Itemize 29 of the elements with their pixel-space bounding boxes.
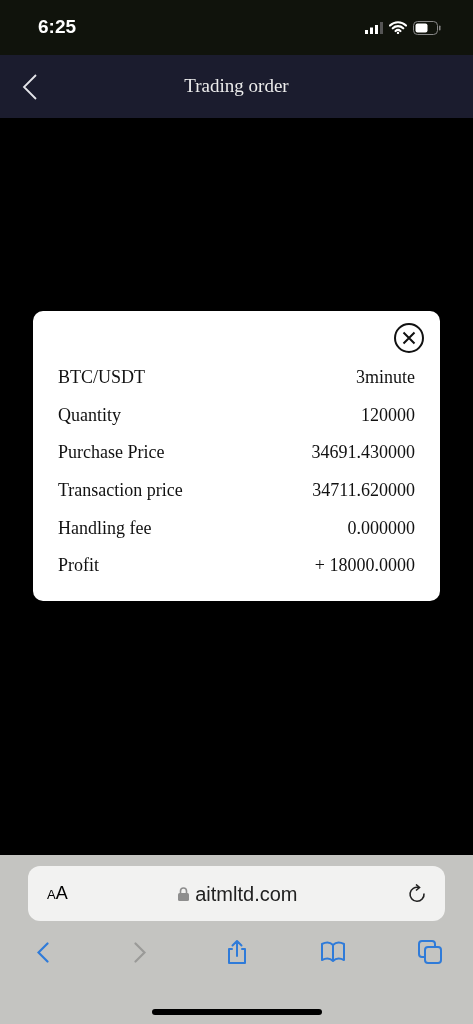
row-label: Quantity	[58, 403, 121, 427]
signal-icon	[365, 21, 383, 34]
row-value: 34691.430000	[311, 441, 415, 465]
row-value: 120000	[361, 403, 415, 427]
url-text: aitmltd.com	[195, 881, 298, 907]
back-icon	[37, 941, 49, 963]
tabs-icon	[417, 939, 443, 965]
wifi-icon	[389, 21, 407, 34]
close-button[interactable]	[393, 322, 425, 354]
row-label: Purchase Price	[58, 441, 165, 465]
row-value: 0.000000	[347, 516, 415, 540]
row-value: + 18000.0000	[314, 554, 415, 578]
row-label: Transaction price	[58, 479, 183, 503]
row-value: 3minute	[356, 366, 415, 390]
back-icon	[22, 74, 38, 100]
forward-icon	[133, 941, 146, 963]
lock-icon	[178, 886, 190, 901]
row-label: BTC/USDT	[58, 366, 145, 390]
address-bar[interactable]: AA aitmltd.com	[28, 866, 445, 921]
battery-icon	[413, 20, 441, 35]
row-label: Handling fee	[58, 516, 152, 540]
page-title: Trading order	[184, 74, 289, 99]
close-icon	[393, 322, 425, 354]
book-icon	[320, 939, 347, 965]
row-value: 34711.620000	[312, 479, 415, 503]
reload-icon[interactable]	[408, 883, 426, 904]
text-size-button[interactable]: AA	[47, 880, 68, 907]
status-time: 6:25	[38, 15, 77, 40]
row-label: Profit	[58, 554, 99, 578]
